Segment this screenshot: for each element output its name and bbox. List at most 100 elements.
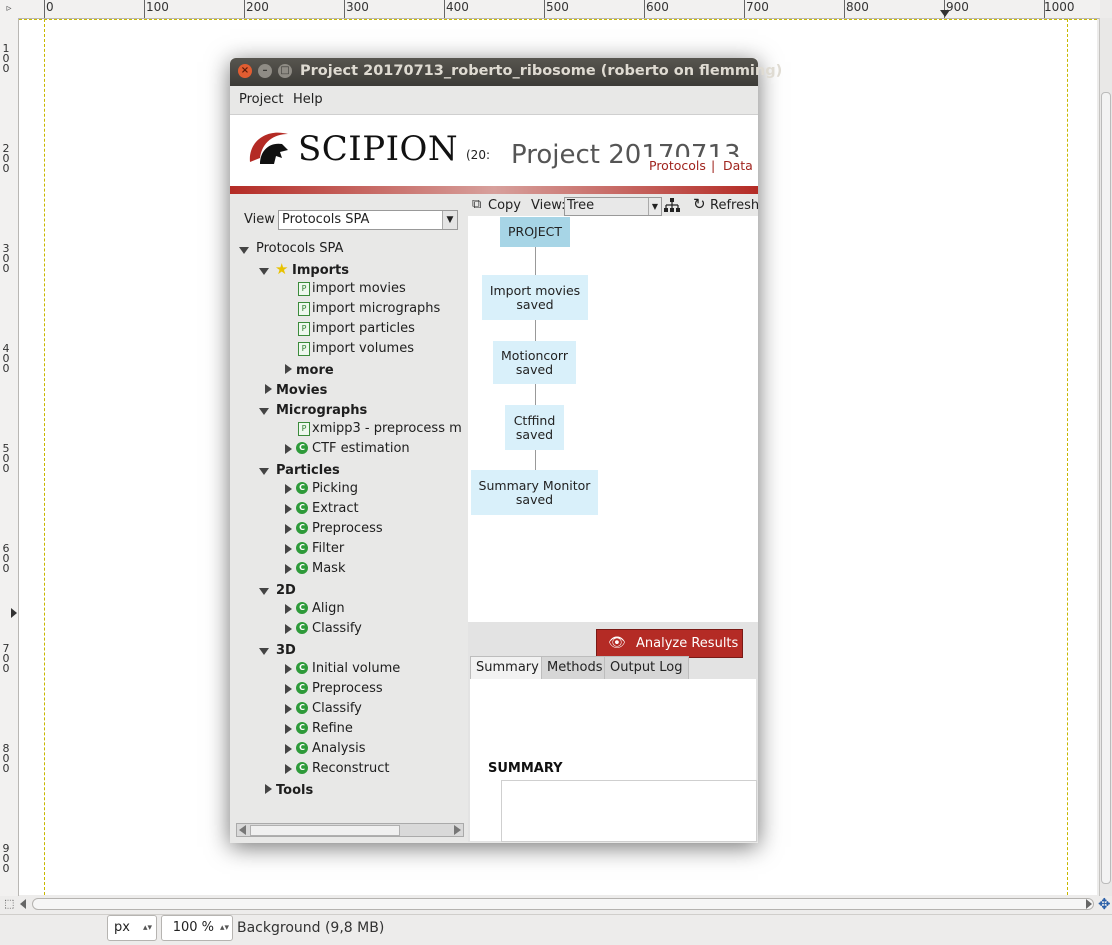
horizontal-scrollbar-thumb[interactable] xyxy=(32,898,1094,910)
node-label: Import movies xyxy=(489,282,581,298)
tree-initial-volume[interactable]: Initial volume xyxy=(312,661,400,676)
tab-methods[interactable]: Methods xyxy=(541,656,609,680)
dropdown-arrow-icon[interactable]: ▼ xyxy=(442,211,457,229)
expand-icon[interactable] xyxy=(285,744,292,754)
tree-micrographs[interactable]: Micrographs xyxy=(276,403,367,418)
ruler-corner-icon[interactable]: ▹ xyxy=(0,0,19,19)
ruler-label: 800 xyxy=(2,742,10,775)
expand-icon[interactable] xyxy=(285,724,292,734)
hierarchy-icon[interactable] xyxy=(664,198,680,213)
zoom-field[interactable]: 100 % ▴▾ xyxy=(161,915,233,941)
scroll-left-icon[interactable] xyxy=(20,899,26,909)
tree-root[interactable]: Protocols SPA xyxy=(256,241,343,256)
expand-icon[interactable] xyxy=(285,484,292,494)
expand-icon[interactable] xyxy=(285,764,292,774)
vertical-scrollbar-thumb[interactable] xyxy=(1101,92,1111,884)
menu-project[interactable]: Project xyxy=(239,92,283,107)
tree-imports[interactable]: Imports xyxy=(292,263,349,278)
tree-horizontal-scrollbar[interactable] xyxy=(236,823,464,837)
tree-classify-2d[interactable]: Classify xyxy=(312,621,362,636)
expand-icon[interactable] xyxy=(285,604,292,614)
tree-refine[interactable]: Refine xyxy=(312,721,353,736)
collapse-icon[interactable] xyxy=(259,648,269,655)
summary-text-area[interactable] xyxy=(501,780,757,842)
node-status: saved xyxy=(515,426,554,442)
pointer-marker-icon xyxy=(11,608,17,618)
tree-extract[interactable]: Extract xyxy=(312,501,359,516)
collapse-icon[interactable] xyxy=(259,468,269,475)
quick-mask-icon[interactable]: ⬚ xyxy=(4,897,14,910)
collapse-icon[interactable] xyxy=(239,247,249,254)
graph-node-ctffind[interactable]: Ctffind saved xyxy=(505,405,564,450)
nav-data-link[interactable]: Data xyxy=(723,158,753,173)
unit-selector[interactable]: px ▴▾ xyxy=(107,915,157,941)
expand-icon[interactable] xyxy=(285,544,292,554)
expand-icon[interactable] xyxy=(285,504,292,514)
scroll-right-icon[interactable] xyxy=(454,825,461,835)
tree-3d[interactable]: 3D xyxy=(276,643,296,658)
tree-ctf-estimation[interactable]: CTF estimation xyxy=(312,441,410,456)
expand-icon[interactable] xyxy=(285,704,292,714)
graph-node-import-movies[interactable]: Import movies saved xyxy=(482,275,588,320)
graph-node-motioncorr[interactable]: Motioncorr saved xyxy=(493,341,576,384)
tab-summary[interactable]: Summary xyxy=(470,656,545,680)
expand-icon[interactable] xyxy=(285,684,292,694)
copy-button[interactable]: Copy xyxy=(488,198,521,213)
collapse-icon[interactable] xyxy=(259,268,269,275)
tree-import-micrographs[interactable]: import micrographs xyxy=(312,301,440,316)
graph-view-select[interactable]: Tree ▼ xyxy=(564,197,662,216)
tree-align[interactable]: Align xyxy=(312,601,345,616)
tab-output-log[interactable]: Output Log xyxy=(604,656,689,680)
node-label: Ctffind xyxy=(513,412,556,428)
menu-help[interactable]: Help xyxy=(293,92,323,107)
tree-classify-3d[interactable]: Classify xyxy=(312,701,362,716)
tree-particles[interactable]: Particles xyxy=(276,463,340,478)
expand-icon[interactable] xyxy=(285,524,292,534)
close-icon[interactable]: × xyxy=(238,64,252,78)
expand-icon[interactable] xyxy=(265,384,272,394)
scroll-right-icon[interactable] xyxy=(1086,899,1092,909)
analyze-results-button[interactable]: 👁 Analyze Results xyxy=(596,629,743,658)
tree-filter[interactable]: Filter xyxy=(312,541,344,556)
expand-icon[interactable] xyxy=(285,624,292,634)
minimize-icon[interactable]: – xyxy=(258,64,272,78)
tree-preprocess-3d[interactable]: Preprocess xyxy=(312,681,383,696)
logo-version: (20: xyxy=(466,148,490,162)
expand-icon[interactable] xyxy=(285,444,292,454)
expand-icon[interactable] xyxy=(285,364,292,374)
tree-analysis[interactable]: Analysis xyxy=(312,741,366,756)
expand-icon[interactable] xyxy=(285,664,292,674)
tree-more[interactable]: more xyxy=(296,363,334,378)
ruler-label: 700 xyxy=(2,642,10,675)
tree-2d[interactable]: 2D xyxy=(276,583,296,598)
tree-picking[interactable]: Picking xyxy=(312,481,358,496)
maximize-icon[interactable]: □ xyxy=(278,64,292,78)
expand-icon[interactable] xyxy=(285,564,292,574)
dropdown-arrow-icon[interactable]: ▼ xyxy=(648,198,661,215)
collapse-icon[interactable] xyxy=(259,408,269,415)
ruler-label: 300 xyxy=(346,0,369,14)
tree-preprocess[interactable]: Preprocess xyxy=(312,521,383,536)
refresh-button[interactable]: Refresh xyxy=(710,198,759,213)
tree-xmipp-preprocess[interactable]: xmipp3 - preprocess mic xyxy=(312,421,462,436)
ruler-label: 200 xyxy=(2,142,10,175)
graph-node-summary-monitor[interactable]: Summary Monitor saved xyxy=(471,470,598,515)
nav-protocols-link[interactable]: Protocols xyxy=(649,158,706,173)
tree-scrollbar-thumb[interactable] xyxy=(250,825,400,836)
view-select[interactable]: Protocols SPA ▼ xyxy=(278,210,458,230)
tree-import-particles[interactable]: import particles xyxy=(312,321,415,336)
scroll-left-icon[interactable] xyxy=(239,825,246,835)
tree-tools[interactable]: Tools xyxy=(276,783,313,798)
image-info: Background (9,8 MB) xyxy=(237,920,385,936)
tree-movies[interactable]: Movies xyxy=(276,383,327,398)
graph-node-project[interactable]: PROJECT xyxy=(500,217,570,247)
tree-import-movies[interactable]: import movies xyxy=(312,281,406,296)
protocol-p-icon: P xyxy=(298,282,310,296)
collapse-icon[interactable] xyxy=(259,588,269,595)
tree-import-volumes[interactable]: import volumes xyxy=(312,341,414,356)
tree-mask[interactable]: Mask xyxy=(312,561,345,576)
expand-icon[interactable] xyxy=(265,784,272,794)
navigate-icon[interactable]: ✥ xyxy=(1098,895,1111,913)
tree-reconstruct[interactable]: Reconstruct xyxy=(312,761,390,776)
copy-icon: ⧉ xyxy=(472,197,482,212)
